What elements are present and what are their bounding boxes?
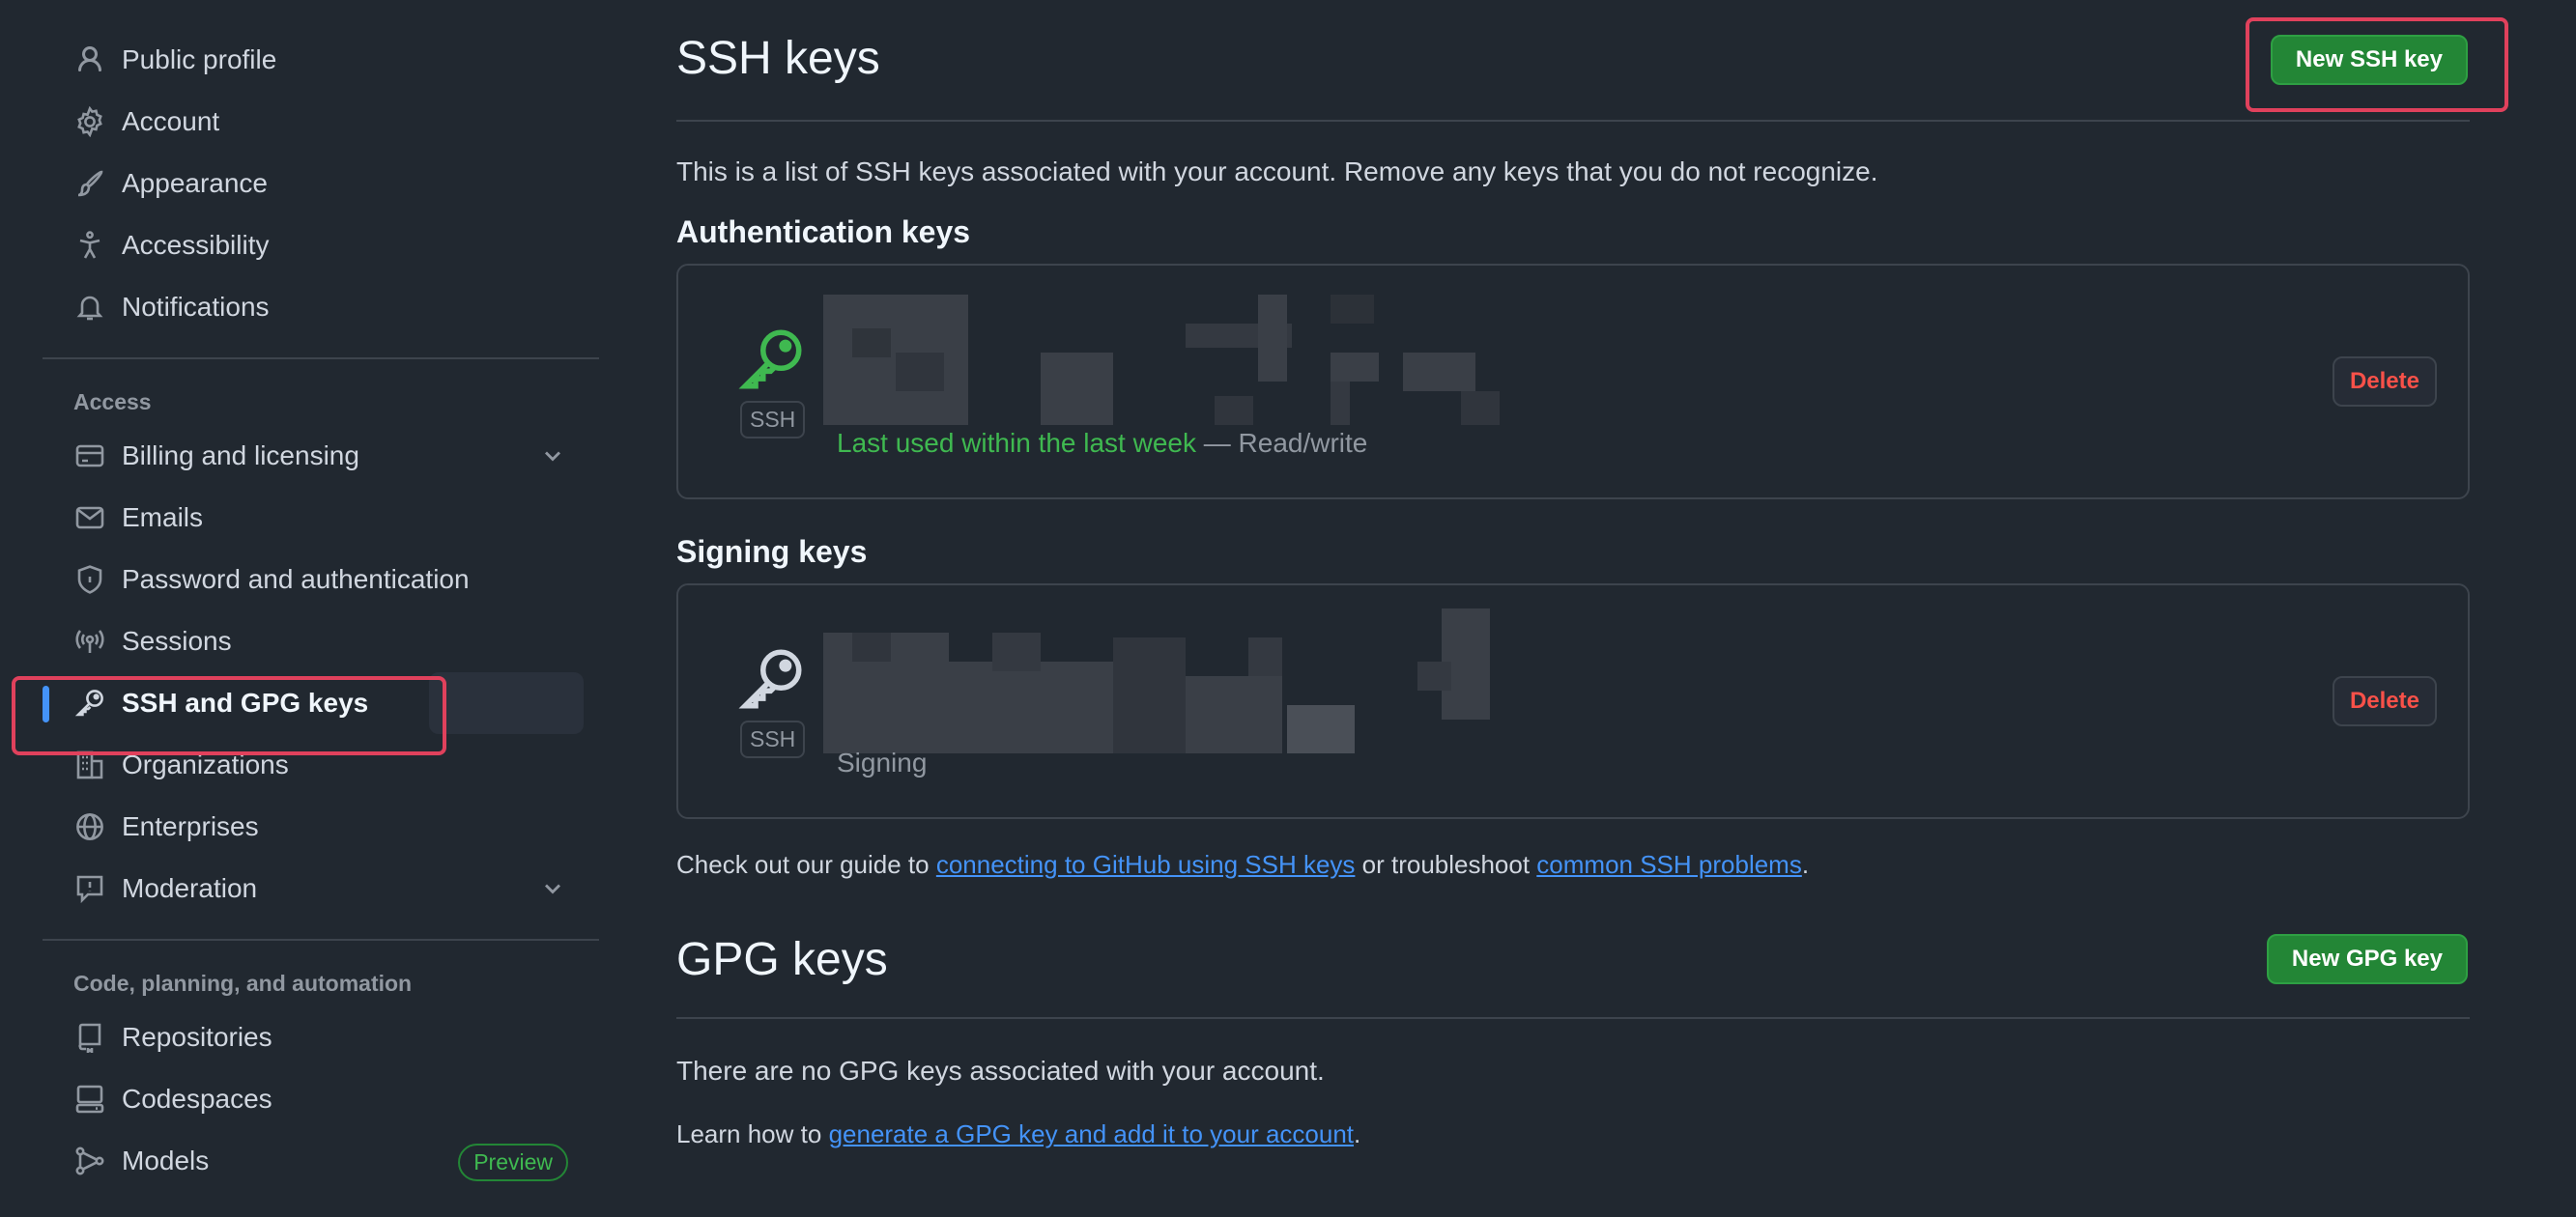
sidebar-divider [43, 939, 599, 941]
sidebar-heading-access: Access [73, 388, 152, 414]
sidebar-item-label: Billing and licensing [122, 440, 359, 470]
ssh-troubleshoot-link[interactable]: common SSH problems [1536, 850, 1802, 879]
sidebar-item-emails[interactable]: Emails [43, 487, 599, 549]
sidebar-item-billing[interactable]: Billing and licensing [43, 425, 599, 487]
sidebar-item-codespaces[interactable]: Codespaces [43, 1068, 599, 1130]
sidebar-item-appearance[interactable]: Appearance [43, 153, 599, 214]
nav-group-personal: Public profile Account Appearance Access… [43, 29, 599, 338]
guide-prefix: Check out our guide to [676, 850, 936, 879]
sidebar-item-label: Emails [122, 502, 204, 532]
sidebar-item-account[interactable]: Account [43, 91, 599, 153]
globe-icon [73, 810, 106, 843]
credit-card-icon [73, 439, 106, 472]
sidebar-item-label: Organizations [122, 750, 289, 779]
ssh-keys-header: SSH keys New SSH key [676, 0, 2508, 122]
gpg-keys-header: GPG keys New GPG key [676, 901, 2470, 1019]
mail-icon [73, 501, 106, 534]
sidebar-item-ssh-gpg-keys[interactable]: SSH and GPG keys [43, 672, 599, 734]
key-last-used: Last used within the last week [837, 428, 1196, 458]
sidebar-item-moderation[interactable]: Moderation [43, 858, 599, 920]
authentication-key-meta: Last used within the last week — Read/wr… [837, 428, 1367, 459]
ssh-key-type-badge: SSH [740, 401, 806, 439]
sidebar-item-label: Password and authentication [122, 564, 470, 594]
active-item-background [429, 672, 584, 734]
gpg-keys-title: GPG keys [676, 933, 888, 985]
sidebar-item-label: Account [122, 106, 220, 136]
accessibility-icon [73, 229, 106, 262]
sidebar-item-label: Accessibility [122, 230, 270, 260]
delete-signing-key-button[interactable]: Delete [2332, 676, 2437, 726]
key-access-level: — Read/write [1195, 428, 1368, 458]
codespaces-icon [73, 1083, 106, 1116]
redacted-key-info [823, 295, 1500, 425]
sidebar-item-repositories[interactable]: Repositories [43, 1006, 599, 1068]
new-ssh-key-button[interactable]: New SSH key [2270, 35, 2468, 85]
learn-suffix: . [1354, 1119, 1361, 1148]
sidebar-item-label: Models [122, 1146, 210, 1175]
gpg-guide-link[interactable]: generate a GPG key and add it to your ac… [829, 1119, 1354, 1148]
sidebar-item-label: Notifications [122, 292, 270, 322]
gpg-learn-text: Learn how to generate a GPG key and add … [676, 1119, 2470, 1149]
authentication-keys-heading: Authentication keys [676, 214, 971, 249]
sidebar-item-models[interactable]: Models Preview [43, 1130, 599, 1192]
key-icon [73, 687, 106, 720]
ssh-guide-text: Check out our guide to connecting to Git… [676, 850, 2470, 880]
gpg-empty-message: There are no GPG keys associated with yo… [676, 1056, 1325, 1086]
person-icon [73, 43, 106, 76]
gear-icon [73, 105, 106, 138]
new-gpg-key-button[interactable]: New GPG key [2266, 934, 2468, 984]
repo-icon [73, 1021, 106, 1054]
signing-key-meta: Signing [837, 748, 928, 778]
authentication-key-card: SSH Last used within the last week — Rea… [676, 264, 2470, 499]
sidebar-item-label: Public profile [122, 44, 277, 74]
preview-badge: Preview [458, 1144, 568, 1181]
sidebar-item-enterprises[interactable]: Enterprises [43, 796, 599, 858]
models-icon [73, 1145, 106, 1177]
sidebar-item-label: Codespaces [122, 1084, 272, 1114]
chevron-down-icon[interactable] [539, 875, 566, 909]
sidebar-item-label: Repositories [122, 1022, 272, 1052]
paintbrush-icon [73, 167, 106, 200]
sidebar-item-public-profile[interactable]: Public profile [43, 29, 599, 91]
chevron-down-icon[interactable] [539, 442, 566, 476]
sidebar-divider [43, 357, 599, 359]
broadcast-icon [73, 625, 106, 658]
sidebar-item-password-authentication[interactable]: Password and authentication [43, 549, 599, 610]
sidebar-item-accessibility[interactable]: Accessibility [43, 214, 599, 276]
report-icon [73, 872, 106, 905]
nav-group-code: Repositories Codespaces Models Preview [43, 1006, 599, 1192]
key-icon [738, 649, 802, 709]
sidebar-item-sessions[interactable]: Sessions [43, 610, 599, 672]
main-content: SSH keys New SSH key This is a list of S… [676, 0, 2508, 1149]
settings-sidebar: Public profile Account Appearance Access… [43, 29, 599, 1192]
sidebar-item-label: Moderation [122, 873, 258, 903]
guide-middle: or troubleshoot [1355, 850, 1537, 879]
bell-icon [73, 291, 106, 324]
sidebar-item-notifications[interactable]: Notifications [43, 276, 599, 338]
ssh-keys-section: SSH keys New SSH key This is a list of S… [676, 0, 2508, 880]
redacted-key-info [823, 608, 1490, 753]
ssh-keys-title: SSH keys [676, 32, 880, 84]
guide-suffix: . [1801, 850, 1810, 879]
sidebar-item-label: SSH and GPG keys [122, 688, 369, 718]
ssh-keys-intro: This is a list of SSH keys associated wi… [676, 156, 1878, 186]
learn-prefix: Learn how to [676, 1119, 829, 1148]
sidebar-item-label: Appearance [122, 168, 269, 198]
sidebar-item-organizations[interactable]: Organizations [43, 734, 599, 796]
shield-lock-icon [73, 563, 106, 596]
ssh-key-type-badge: SSH [740, 721, 806, 758]
delete-authentication-key-button[interactable]: Delete [2332, 356, 2437, 407]
sidebar-heading-code: Code, planning, and automation [73, 970, 413, 996]
signing-key-card: SSH Signing Delete [676, 583, 2470, 819]
nav-group-access: Billing and licensing Emails Password an… [43, 425, 599, 920]
gpg-keys-section: GPG keys New GPG key There are no GPG ke… [676, 901, 2470, 1149]
organization-icon [73, 749, 106, 781]
ssh-guide-link[interactable]: connecting to GitHub using SSH keys [936, 850, 1356, 879]
signing-keys-heading: Signing keys [676, 534, 868, 569]
sidebar-item-label: Sessions [122, 626, 232, 656]
sidebar-item-label: Enterprises [122, 811, 259, 841]
key-icon [738, 329, 802, 389]
